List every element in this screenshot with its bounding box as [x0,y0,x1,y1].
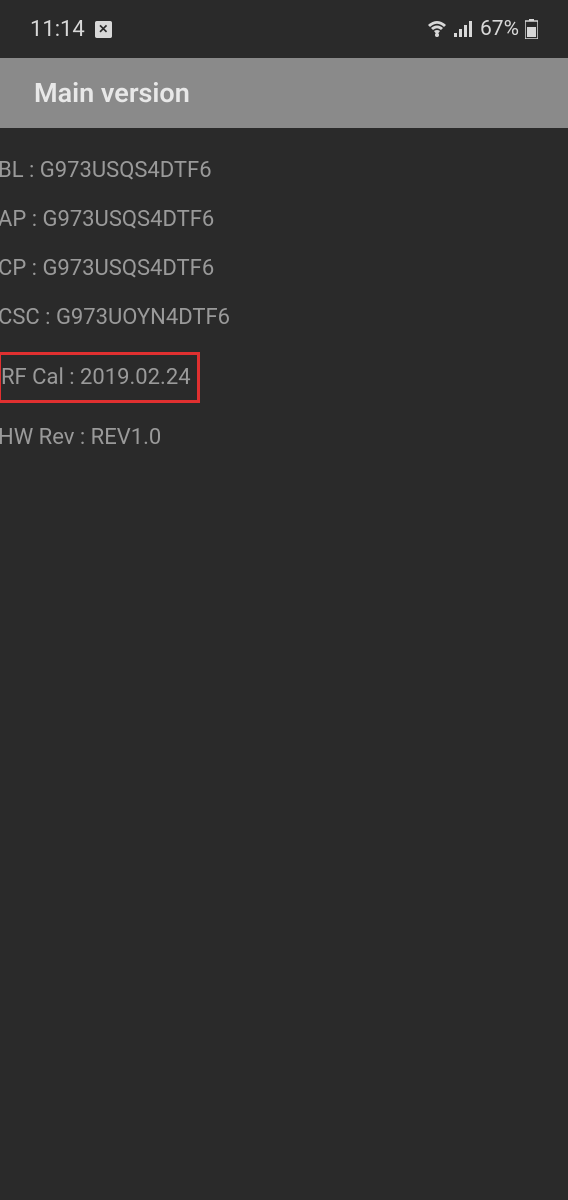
info-row-cp: CP : G973USQS4DTF6 [0,244,568,293]
status-bar: 11:14 ✕ 67% [0,0,568,58]
status-bar-left: 11:14 ✕ [30,17,112,42]
header-bar: Main version [0,58,568,128]
info-row-ap: AP : G973USQS4DTF6 [0,195,568,244]
info-row-bl: BL : G973USQS4DTF6 [0,146,568,195]
info-row-rf-cal-highlighted: RF Cal : 2019.02.24 [0,352,200,403]
signal-icon [454,21,474,37]
battery-icon [525,19,538,39]
info-row-csc: CSC : G973UOYN4DTF6 [0,293,568,342]
wifi-icon [426,20,448,38]
page-title: Main version [34,77,190,109]
status-time: 11:14 [30,17,85,42]
close-icon: ✕ [95,21,112,38]
info-row-hw-rev: HW Rev : REV1.0 [0,413,568,462]
content: BL : G973USQS4DTF6 AP : G973USQS4DTF6 CP… [0,128,568,462]
status-bar-right: 67% [426,17,538,41]
battery-percent: 67% [480,17,519,41]
